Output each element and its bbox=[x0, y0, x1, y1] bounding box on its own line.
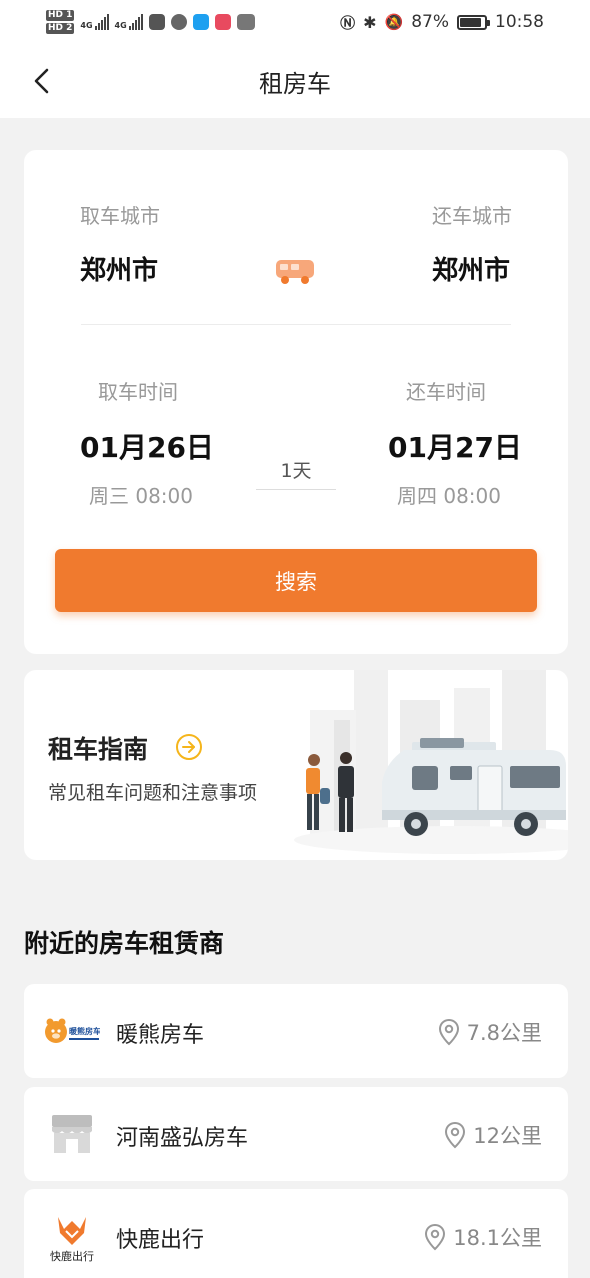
nfc-icon: Ⓝ bbox=[340, 13, 356, 32]
pickup-date[interactable]: 01月26日 bbox=[80, 426, 214, 466]
divider bbox=[81, 324, 511, 325]
back-arrow-icon[interactable] bbox=[28, 66, 58, 96]
mute-bell-icon: 🔕 bbox=[384, 13, 404, 31]
search-button[interactable]: 搜索 bbox=[55, 549, 537, 612]
vendor-distance: 18.1公里 bbox=[423, 1222, 542, 1252]
rv-swap-icon[interactable] bbox=[274, 256, 318, 286]
hd2-label: HD 2 bbox=[46, 23, 75, 34]
arrow-circle-right-icon[interactable] bbox=[175, 733, 203, 761]
clock: 10:58 bbox=[495, 12, 544, 32]
signal-bars-icon bbox=[128, 14, 143, 30]
vendor-name: 河南盛弘房车 bbox=[116, 1126, 249, 1151]
pickup-time-label: 取车时间 bbox=[98, 380, 178, 404]
return-weekday-time[interactable]: 周四 08:00 bbox=[397, 480, 501, 509]
pickup-city-label: 取车城市 bbox=[80, 204, 160, 228]
return-time-label: 还车时间 bbox=[406, 380, 486, 404]
location-pin-icon bbox=[425, 1223, 446, 1251]
pickup-weekday-time[interactable]: 周三 08:00 bbox=[89, 480, 193, 509]
vendor-name: 快鹿出行 bbox=[116, 1228, 205, 1253]
signal-bars-icon bbox=[94, 14, 109, 30]
vendor-row-kuailu[interactable]: 快鹿出行 快鹿出行 18.1公里 bbox=[24, 1189, 568, 1278]
return-date[interactable]: 01月27日 bbox=[388, 426, 522, 466]
vendor-row-shenghong[interactable]: 河南盛弘房车 12公里 bbox=[24, 1087, 568, 1181]
location-pin-icon bbox=[445, 1121, 466, 1149]
battery-percent: 87% bbox=[411, 12, 449, 32]
vendor-distance-value: 12公里 bbox=[473, 1124, 542, 1148]
red-app-notification-icon bbox=[214, 14, 231, 30]
vendor-name: 暖熊房车 bbox=[116, 1023, 205, 1048]
status-bar: HD 1 HD 2 4G 4G Ⓝ ✱ 🔕 87% 10:58 bbox=[0, 0, 590, 44]
guide-title: 租车指南 bbox=[48, 735, 149, 764]
battery-icon bbox=[457, 14, 490, 30]
location-pin-icon bbox=[438, 1018, 459, 1046]
kuailu-logo: 快鹿出行 bbox=[50, 1217, 94, 1263]
signal-1: 4G bbox=[80, 14, 109, 30]
vendor-distance-value: 18.1公里 bbox=[453, 1226, 542, 1250]
nuanxiong-logo: 暖熊房车 bbox=[45, 1018, 100, 1043]
gray-app-notification-icon bbox=[236, 14, 255, 30]
app-notification-icon bbox=[148, 14, 165, 30]
bluetooth-icon: ✱ bbox=[363, 12, 377, 32]
net2-label: 4G bbox=[114, 21, 127, 30]
rental-duration: 1天 bbox=[256, 456, 336, 490]
kuailu-logo-text: 快鹿出行 bbox=[50, 1249, 94, 1263]
return-city-label: 还车城市 bbox=[432, 204, 512, 228]
pickup-city[interactable]: 郑州市 bbox=[80, 250, 158, 287]
rv-illustration bbox=[294, 670, 568, 854]
store-icon bbox=[52, 1115, 92, 1153]
net1-label: 4G bbox=[80, 21, 93, 30]
browser-notification-icon bbox=[170, 14, 187, 30]
search-app-notification-icon bbox=[192, 14, 209, 30]
vendor-distance: 12公里 bbox=[443, 1120, 542, 1150]
nuanxiong-logo-text: 暖熊房车 bbox=[69, 1026, 100, 1036]
page-title: 租房车 bbox=[259, 69, 331, 98]
return-city[interactable]: 郑州市 bbox=[432, 250, 510, 287]
vendor-distance: 7.8公里 bbox=[437, 1017, 542, 1047]
hd-indicator: HD 1 HD 2 bbox=[46, 9, 75, 35]
rental-guide-card[interactable]: 租车指南 常见租车问题和注意事项 bbox=[24, 670, 568, 860]
rental-search-card: 取车城市 郑州市 还车城市 郑州市 取车时间 01月26日 周三 08:00 1… bbox=[24, 150, 568, 654]
guide-subtitle: 常见租车问题和注意事项 bbox=[48, 782, 258, 804]
hd1-label: HD 1 bbox=[46, 10, 75, 21]
nearby-section-title: 附近的房车租赁商 bbox=[24, 929, 225, 958]
signal-2: 4G bbox=[115, 14, 143, 30]
vendor-distance-value: 7.8公里 bbox=[466, 1021, 542, 1045]
vendor-row-nuanxiong[interactable]: 暖熊房车 暖熊房车 7.8公里 bbox=[24, 984, 568, 1078]
nav-bar: 租房车 bbox=[0, 44, 590, 118]
